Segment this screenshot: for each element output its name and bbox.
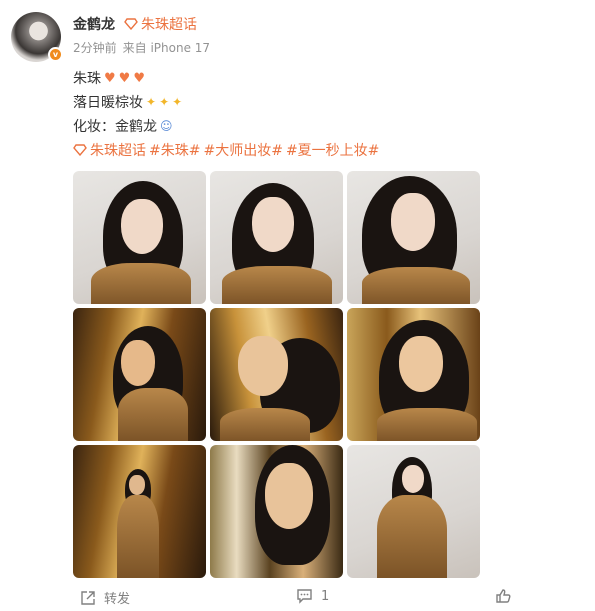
sparkles-emoji: ✦ bbox=[159, 95, 170, 109]
post-line-3: 化妆：金鹤龙 ☺ bbox=[73, 116, 173, 136]
heart-emoji: ♥ bbox=[118, 70, 131, 86]
comment-button[interactable]: 1 bbox=[296, 588, 329, 604]
photo-grid bbox=[73, 171, 480, 578]
woman-emoji: ☺ bbox=[160, 119, 173, 133]
supertopic-link[interactable]: 朱珠超话 bbox=[124, 14, 197, 34]
sparkles-emoji: ✦ bbox=[172, 95, 183, 109]
photo-8[interactable] bbox=[210, 445, 343, 578]
repost-icon bbox=[81, 590, 95, 605]
hashtag[interactable]: #朱珠# bbox=[149, 140, 200, 160]
supertopic-diamond-icon bbox=[73, 144, 87, 156]
supertopic-label: 朱珠超话 bbox=[141, 17, 197, 33]
hashtag[interactable]: #夏一秒上妆# bbox=[286, 140, 379, 160]
photo-3[interactable] bbox=[347, 171, 480, 304]
photo-7[interactable] bbox=[73, 445, 206, 578]
photo-1[interactable] bbox=[73, 171, 206, 304]
post-text-2: 落日暖棕妆 bbox=[73, 95, 143, 111]
supertopic-diamond-icon bbox=[124, 18, 138, 30]
hashtag-line: 朱珠超话 #朱珠# #大师出妆# #夏一秒上妆# bbox=[73, 140, 379, 160]
post-time[interactable]: 2分钟前 bbox=[73, 39, 117, 56]
photo-9[interactable] bbox=[347, 445, 480, 578]
photo-4[interactable] bbox=[73, 308, 206, 441]
comment-count: 1 bbox=[321, 588, 330, 604]
post-line-2: 落日暖棕妆 ✦ ✦ ✦ bbox=[73, 92, 182, 112]
sparkles-emoji: ✦ bbox=[146, 95, 157, 109]
post-meta: 2分钟前 来自 iPhone 17 bbox=[73, 39, 210, 56]
repost-label: 转发 bbox=[104, 592, 131, 607]
like-icon bbox=[496, 589, 511, 603]
hashtag[interactable]: #大师出妆# bbox=[203, 140, 282, 160]
photo-5[interactable] bbox=[210, 308, 343, 441]
post-line-1: 朱珠 ♥ ♥ ♥ bbox=[73, 68, 145, 88]
repost-button[interactable]: 转发 bbox=[80, 588, 130, 607]
author-name[interactable]: 金鹤龙 bbox=[73, 14, 115, 34]
verified-badge-icon: v bbox=[48, 47, 63, 62]
like-button[interactable] bbox=[495, 588, 511, 604]
post-text-3: 化妆：金鹤龙 bbox=[73, 119, 157, 135]
photo-6[interactable] bbox=[347, 308, 480, 441]
heart-emoji: ♥ bbox=[133, 70, 145, 86]
post-text-1: 朱珠 bbox=[73, 71, 101, 87]
post-source: 来自 iPhone 17 bbox=[122, 41, 211, 55]
comment-icon bbox=[297, 589, 312, 604]
heart-emoji: ♥ bbox=[104, 70, 116, 86]
hashtag-supertopic[interactable]: 朱珠超话 bbox=[90, 140, 146, 160]
photo-2[interactable] bbox=[210, 171, 343, 304]
